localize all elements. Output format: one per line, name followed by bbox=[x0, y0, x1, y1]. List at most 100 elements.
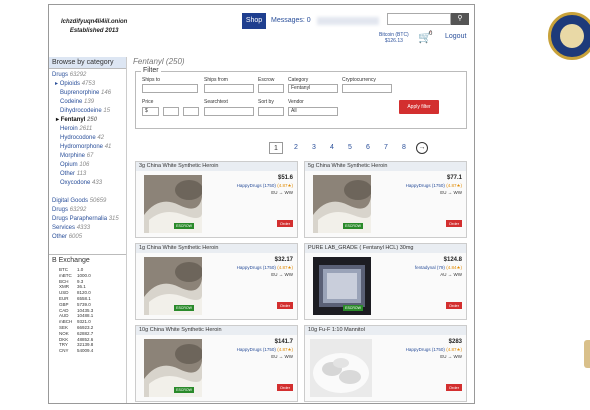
category-fentanyl[interactable]: ▸ Fentanyl 250 bbox=[52, 116, 123, 125]
seller-link[interactable]: HappyDrugs (1750) (4.87★) bbox=[237, 347, 293, 353]
listing-card[interactable]: 3g China White Synthetic Heroin ESCROW $… bbox=[135, 161, 298, 238]
listing-card[interactable]: 10g China White Synthetic Heroin ESCROW … bbox=[135, 325, 298, 402]
listing-title[interactable]: 10g Fu-F 1:10 Mannitol bbox=[305, 326, 466, 335]
site-header: lchzdifyuqn4li4iil.onion Established 201… bbox=[61, 18, 127, 36]
listing-title[interactable]: 3g China White Synthetic Heroin bbox=[136, 162, 297, 171]
listing-card[interactable]: PURE LAB_GRADE ( Fentanyl HCL) 30mg ESCR… bbox=[304, 243, 467, 320]
page-7[interactable]: 7 bbox=[377, 142, 395, 154]
category-dihydrocodeine[interactable]: Dihydrocodeine 15 bbox=[52, 107, 123, 116]
category-morphine[interactable]: Morphine 67 bbox=[52, 152, 123, 161]
category-heroin[interactable]: Heroin 2611 bbox=[52, 125, 123, 134]
page-3[interactable]: 3 bbox=[305, 142, 323, 154]
listing-card[interactable]: 5g China White Synthetic Heroin ESCROW $… bbox=[304, 161, 467, 238]
apply-filter-button[interactable]: Apply filter bbox=[399, 100, 439, 114]
btc-amount: $126.13 bbox=[384, 38, 403, 44]
category-codeine[interactable]: Codeine 139 bbox=[52, 98, 123, 107]
category-sidebar: Browse by category Drugs 63292 ▸ Opioids… bbox=[49, 57, 127, 403]
listing-title[interactable]: 10g China White Synthetic Heroin bbox=[136, 326, 297, 335]
order-button[interactable]: Order bbox=[446, 220, 462, 227]
product-image[interactable] bbox=[310, 339, 372, 397]
messages-link[interactable]: Messages: 0 bbox=[271, 17, 311, 24]
order-button[interactable]: Order bbox=[277, 302, 293, 309]
category-opioids[interactable]: ▸ Opioids 4753 bbox=[52, 80, 123, 89]
seller-link[interactable]: HappyDrugs (1750) (4.87★) bbox=[237, 183, 293, 189]
category-hydromorphone[interactable]: Hydromorphone 41 bbox=[52, 143, 123, 152]
category-services[interactable]: Services 4333 bbox=[52, 224, 123, 233]
escrow-badge: ESCROW bbox=[174, 223, 194, 229]
page-5[interactable]: 5 bbox=[341, 142, 359, 154]
cart-count: 0 bbox=[429, 31, 433, 37]
seller-link[interactable]: HappyDrugs (1750) (4.87★) bbox=[406, 183, 462, 189]
search-button[interactable]: ⚲ bbox=[451, 13, 469, 25]
listing-price: $51.6 bbox=[277, 175, 293, 181]
price-label: Price bbox=[142, 99, 154, 105]
category-paraphernalia[interactable]: Drugs Paraphernalia 315 bbox=[52, 215, 123, 224]
pagination: 1 2 3 4 5 6 7 8 → bbox=[269, 142, 428, 154]
ships-to-label: Ships to bbox=[142, 77, 161, 83]
next-page-icon[interactable]: → bbox=[416, 142, 428, 154]
shipping-route: EU → WW bbox=[440, 354, 462, 359]
listing-title[interactable]: 5g China White Synthetic Heroin bbox=[305, 162, 466, 171]
ships-to-select[interactable] bbox=[142, 84, 198, 93]
searchtext-input[interactable] bbox=[204, 107, 254, 116]
shipping-route: EU → WW bbox=[271, 272, 293, 277]
escrow-select[interactable] bbox=[258, 84, 284, 93]
listing-card[interactable]: 1g China White Synthetic Heroin ESCROW $… bbox=[135, 243, 298, 320]
price-max-input[interactable] bbox=[183, 107, 199, 116]
sort-by-label: Sort by bbox=[258, 99, 274, 105]
shipping-route: EU → WW bbox=[271, 354, 293, 359]
order-button[interactable]: Order bbox=[446, 302, 462, 309]
listing-card[interactable]: 10g Fu-F 1:10 Mannitol $283 HappyDrugs (… bbox=[304, 325, 467, 402]
page-8[interactable]: 8 bbox=[395, 142, 413, 154]
page-4[interactable]: 4 bbox=[323, 142, 341, 154]
seller-link[interactable]: fentadynal (79) (4.84★) bbox=[415, 265, 462, 271]
escrow-label: Escrow bbox=[258, 77, 275, 83]
order-button[interactable]: Order bbox=[277, 220, 293, 227]
shipping-route: EU → WW bbox=[271, 190, 293, 195]
escrow-badge: ESCROW bbox=[343, 305, 363, 311]
currency-rate: 54009.4 bbox=[77, 348, 94, 354]
cryptocurrency-select[interactable] bbox=[342, 84, 392, 93]
exchange-heading: B Exchange bbox=[49, 254, 126, 266]
vendor-select[interactable]: All bbox=[288, 107, 338, 116]
escrow-badge: ESCROW bbox=[174, 305, 194, 311]
category-buprenorphine[interactable]: Buprenorphine 146 bbox=[52, 89, 123, 98]
price-currency-select[interactable]: $ bbox=[142, 107, 159, 116]
main-content: Fentanyl (250) Filter Ships to Ships fro… bbox=[133, 57, 471, 403]
category-drugs[interactable]: Drugs 63292 bbox=[52, 71, 123, 80]
agency-seal-logo bbox=[548, 12, 590, 60]
seal-emblem bbox=[560, 24, 584, 48]
page-title: Fentanyl (250) bbox=[133, 57, 185, 66]
order-button[interactable]: Order bbox=[446, 384, 462, 391]
category-select[interactable]: Fentanyl bbox=[288, 84, 338, 93]
escrow-badge: ESCROW bbox=[343, 223, 363, 229]
listing-price: $141.7 bbox=[274, 339, 293, 345]
seller-link[interactable]: HappyDrugs (1750) (4.87★) bbox=[406, 347, 462, 353]
exchange-rates: BTC 1.0 mBTC 1000.0 BCH 9.3 XMR 36.1 USD 8120.0 EU… bbox=[49, 266, 126, 354]
currency-code: CNY bbox=[59, 348, 69, 354]
category-digital-goods[interactable]: Digital Goods 50659 bbox=[52, 197, 123, 206]
page-1[interactable]: 1 bbox=[269, 142, 283, 154]
seller-link[interactable]: HappyDrugs (1750) (4.87★) bbox=[237, 265, 293, 271]
category-list: Drugs 63292 ▸ Opioids 4753 Buprenorphine… bbox=[49, 69, 126, 242]
category-oxycodone[interactable]: Oxycodone 433 bbox=[52, 179, 123, 188]
category-opium[interactable]: Opium 106 bbox=[52, 161, 123, 170]
category-hydrocodone[interactable]: Hydrocodone 42 bbox=[52, 134, 123, 143]
price-min-input[interactable] bbox=[163, 107, 179, 116]
sort-by-select[interactable] bbox=[258, 107, 284, 116]
vendor-label: Vendor bbox=[288, 99, 304, 105]
order-button[interactable]: Order bbox=[277, 384, 293, 391]
ships-from-select[interactable] bbox=[204, 84, 254, 93]
page-6[interactable]: 6 bbox=[359, 142, 377, 154]
listing-title[interactable]: PURE LAB_GRADE ( Fentanyl HCL) 30mg bbox=[305, 244, 466, 253]
shop-button[interactable]: Shop bbox=[242, 13, 266, 29]
category-drugs-2[interactable]: Drugs 63292 bbox=[52, 206, 123, 215]
category-other[interactable]: Other 6005 bbox=[52, 233, 123, 242]
page-2[interactable]: 2 bbox=[287, 142, 305, 154]
listing-title[interactable]: 1g China White Synthetic Heroin bbox=[136, 244, 297, 253]
logout-link[interactable]: Logout bbox=[445, 33, 466, 40]
listing-price: $283 bbox=[448, 339, 462, 345]
search-input[interactable] bbox=[387, 13, 451, 25]
btc-balance: Bitcoin (BTC) $126.13 bbox=[379, 32, 409, 44]
category-other-opioid[interactable]: Other 113 bbox=[52, 170, 123, 179]
